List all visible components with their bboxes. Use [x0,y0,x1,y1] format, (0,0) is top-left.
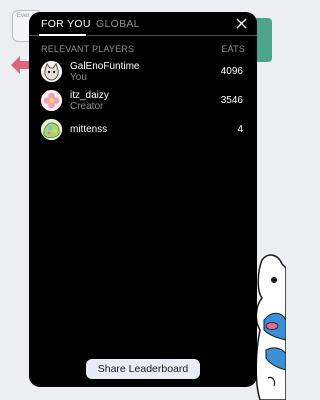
leaderboard-row[interactable]: GalEnoFuntime You 4096 [29,60,257,84]
player-subtitle: You [70,72,87,83]
tab-global[interactable]: GLOBAL [96,18,140,30]
background-green-block [256,18,272,62]
player-name: GalEnoFuntime [70,61,140,72]
cat-face-avatar [41,61,62,82]
eats-column-header: EATS [221,44,245,54]
player-score: 3546 [220,95,243,106]
leaderboard-tabs: FOR YOU GLOBAL [29,12,257,36]
active-tab-indicator [39,34,86,36]
mascot-illustration [255,254,286,400]
background-card-label: Ever [17,13,30,19]
green-creature-avatar [41,119,62,140]
close-icon[interactable] [236,18,247,29]
pink-flower-avatar [41,90,62,111]
player-name: mittenss [70,124,108,135]
leaderboard-row[interactable]: itz_daizy Creator 3546 [29,89,257,113]
left-arrow-icon [11,56,29,74]
players-column-header: RELEVANT PLAYERS [41,44,135,54]
leaderboard-row[interactable]: mittenss 4 [29,118,257,142]
player-score: 4096 [220,66,243,77]
leaderboard-panel: FOR YOU GLOBAL RELEVANT PLAYERS EATS Gal… [29,12,257,387]
player-subtitle: Creator [70,101,104,112]
player-name: itz_daizy [70,90,109,101]
share-leaderboard-button[interactable]: Share Leaderboard [86,359,200,379]
tab-for-you[interactable]: FOR YOU [41,18,91,30]
player-score: 4 [237,124,243,135]
